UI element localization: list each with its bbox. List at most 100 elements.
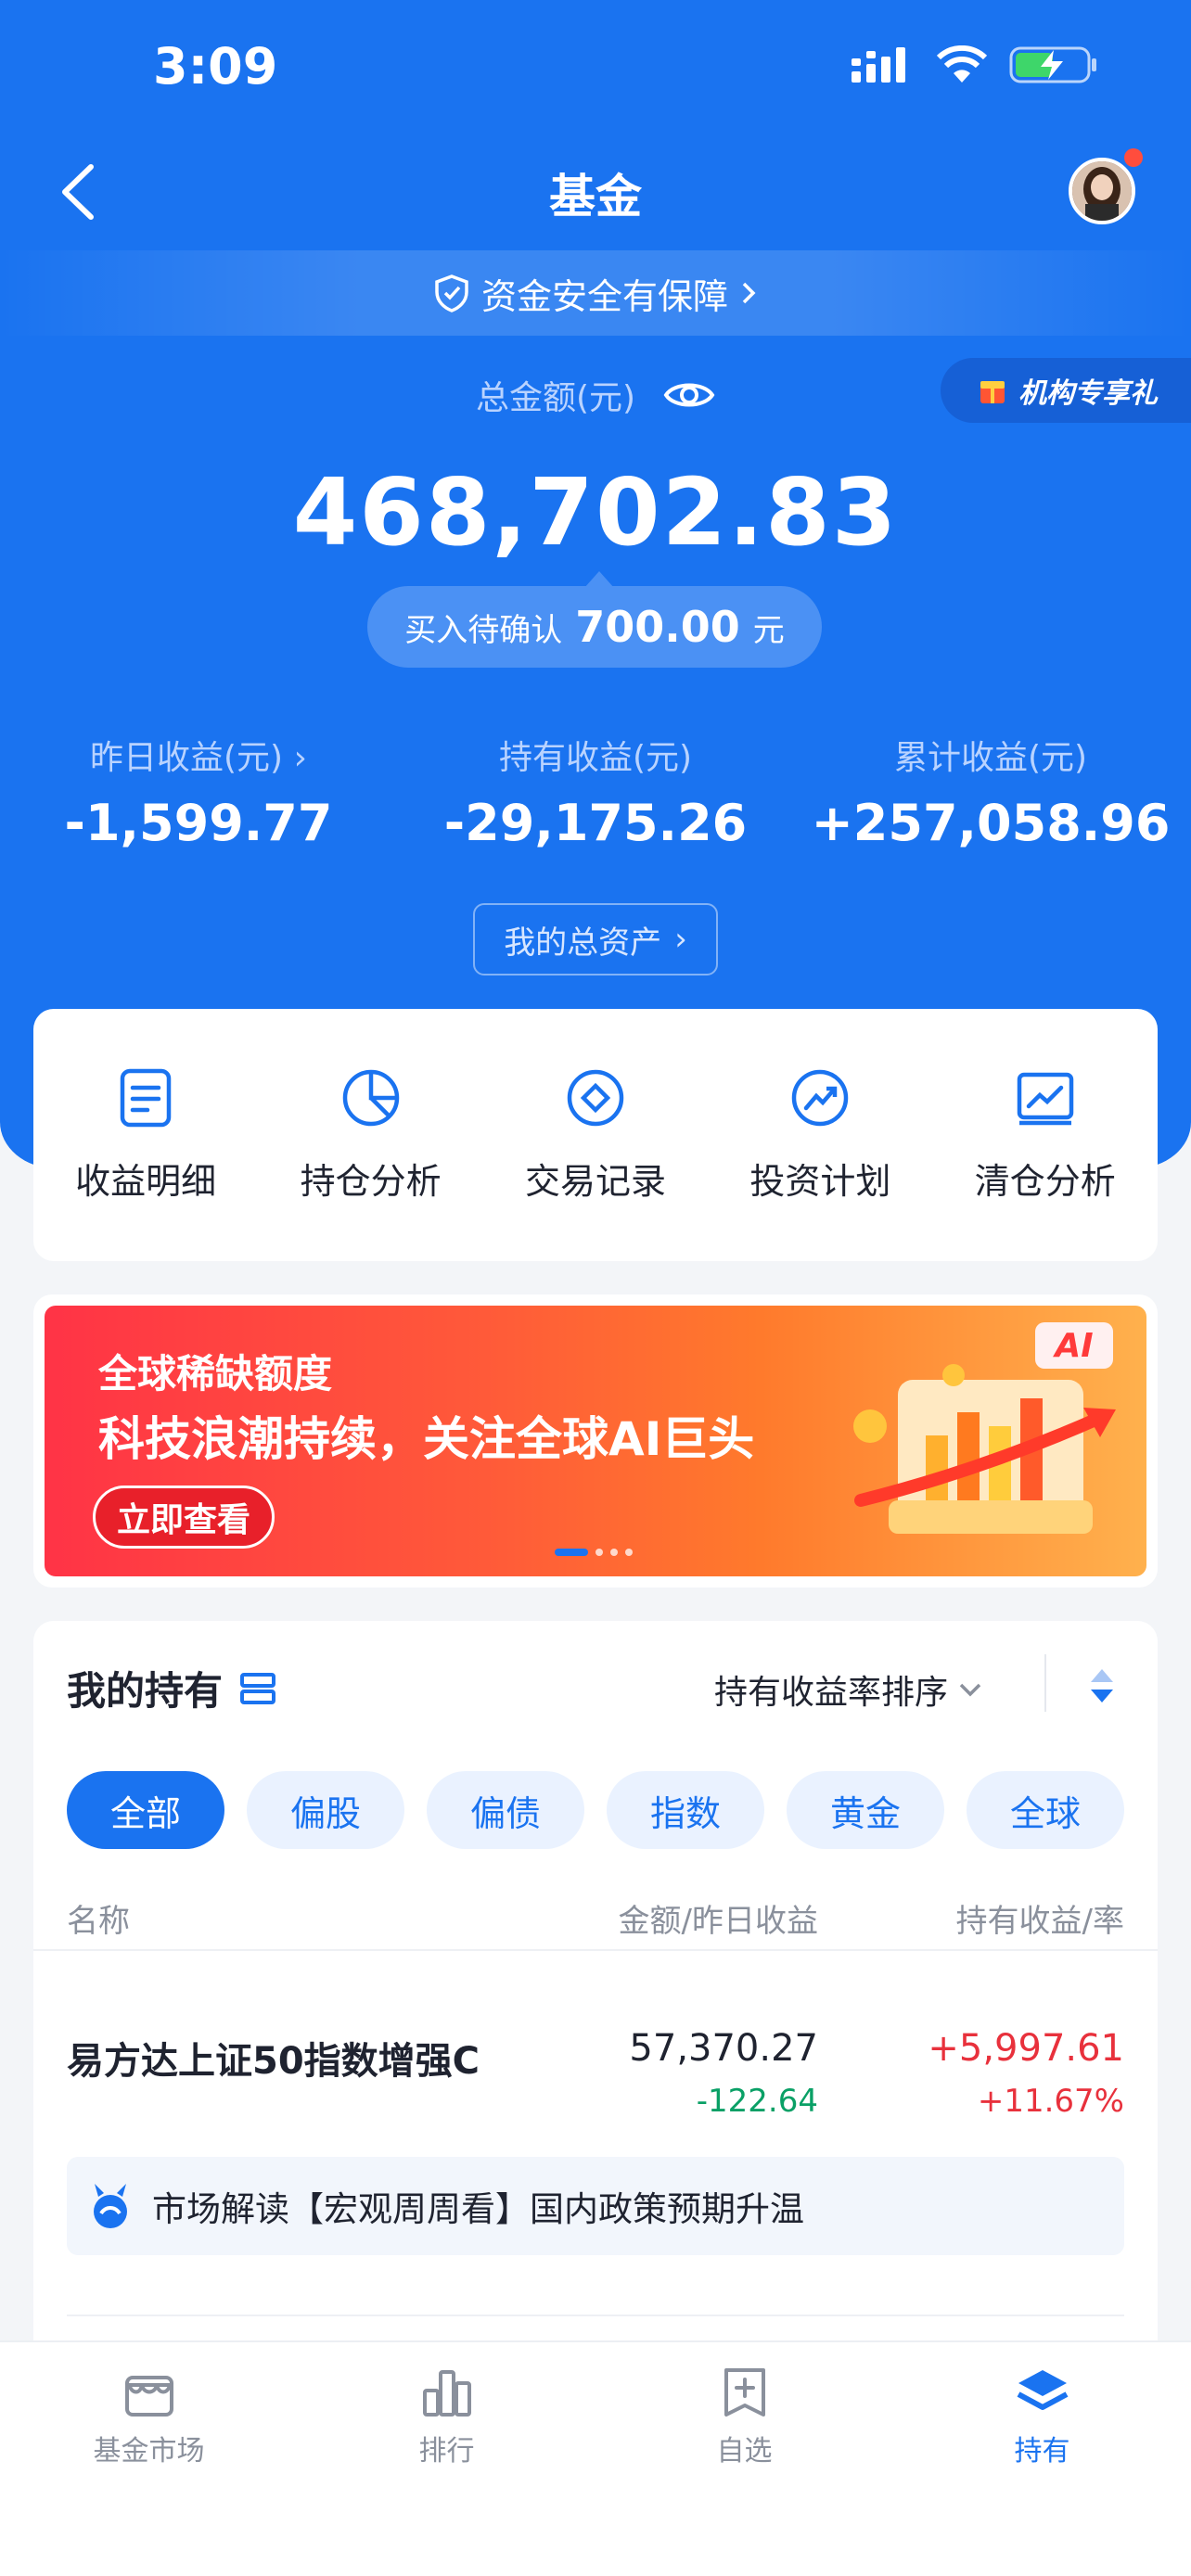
tab-label: 基金市场 (93, 2435, 205, 2468)
status-icons (850, 45, 1098, 85)
stat-yesterday-label: 昨日收益(元) › (13, 731, 384, 779)
market-insight[interactable]: 市场解读【宏观周周看】国内政策预期升温 (67, 2157, 1124, 2255)
bookmark-add-icon (724, 2368, 765, 2417)
chip-index[interactable]: 指数 (607, 1771, 764, 1849)
quick-position-analysis[interactable]: 持仓分析 (269, 1067, 473, 1204)
store-icon (124, 2376, 173, 2417)
pending-confirm-pill[interactable]: 买入待确认 700.00 元 (367, 586, 822, 668)
row-divider (67, 2315, 1124, 2316)
quick-label: 交易记录 (524, 1160, 666, 1202)
fund-holding-rate: +11.67% (977, 2083, 1124, 2120)
chip-gold[interactable]: 黄金 (787, 1771, 944, 1849)
banner-title: 科技浪潮持续，关注全球AI巨头 (98, 1412, 755, 1466)
sort-label: 持有收益率排序 (714, 1674, 949, 1712)
total-amount-value: 468,702.83 (292, 458, 899, 567)
quick-trade-records[interactable]: 交易记录 (493, 1067, 698, 1204)
total-amount-label: 总金额(元) (0, 371, 1191, 419)
tab-label: 排行 (418, 2435, 475, 2468)
quick-investment-plan[interactable]: 投资计划 (718, 1067, 922, 1204)
signal-icon (852, 47, 905, 83)
carousel-dot (596, 1549, 603, 1556)
chevron-right-icon: › (674, 921, 687, 958)
column-amount: 金额/昨日收益 (618, 1903, 818, 1940)
quick-label: 收益明细 (75, 1160, 217, 1202)
pending-label: 买入待确认 (404, 611, 563, 649)
quick-label: 持仓分析 (300, 1160, 442, 1202)
document-icon (120, 1068, 172, 1127)
column-holding-return: 持有收益/率 (955, 1903, 1124, 1940)
fund-name[interactable]: 易方达上证50指数增强C (67, 2031, 480, 2085)
shield-icon (435, 274, 468, 312)
fund-holding-return: +5,997.61 (928, 2027, 1124, 2070)
bottom-tab-bar: 基金市场 排行 自选 持有 (0, 2340, 1191, 2576)
stat-holding: 持有收益(元) -29,175.26 (410, 731, 781, 852)
sort-divider (1044, 1654, 1046, 1712)
fund-day-return: -122.64 (696, 2083, 818, 2120)
quick-actions: 收益明细 持仓分析 交易记录 投资计划 清仓分析 (33, 1009, 1158, 1261)
banner-view-button[interactable]: 立即查看 (93, 1486, 275, 1549)
safety-banner[interactable]: 资金安全有保障 (0, 250, 1191, 336)
chip-all[interactable]: 全部 (67, 1771, 224, 1849)
carousel-dot (625, 1549, 633, 1556)
ranking-icon (422, 2370, 471, 2417)
banner-tag: 全球稀缺额度 (98, 1351, 333, 1396)
safety-text: 资金安全有保障 (480, 275, 728, 317)
total-label-text: 总金额(元) (475, 379, 636, 417)
column-name: 名称 (67, 1903, 130, 1940)
battery-icon (1009, 46, 1096, 83)
tab-ranking[interactable]: 排行 (354, 2365, 540, 2576)
layout-toggle-icon[interactable] (239, 1672, 276, 1705)
category-chips: 全部 偏股 偏债 指数 黄金 全球 (67, 1771, 1124, 1849)
stat-yesterday-value: -1,599.77 (64, 794, 333, 852)
holdings-title-text: 我的持有 (67, 1668, 224, 1714)
mascot-icon (94, 2184, 127, 2228)
chevron-down-icon (959, 1683, 981, 1697)
stat-yesterday[interactable]: 昨日收益(元) › -1,599.77 (13, 731, 384, 852)
tab-label: 持有 (1014, 2435, 1070, 2468)
insight-text: 市场解读【宏观周周看】国内政策预期升温 (152, 2189, 804, 2229)
layers-icon (1017, 2370, 1068, 2410)
fund-amount: 57,370.27 (629, 2027, 818, 2070)
sort-dropdown[interactable]: 持有收益率排序 (714, 1665, 983, 1714)
pie-chart-icon (342, 1069, 399, 1126)
stat-cumulative-value: +257,058.96 (811, 794, 1171, 852)
quick-clearance-analysis[interactable]: 清仓分析 (943, 1067, 1147, 1204)
chip-global[interactable]: 全球 (967, 1771, 1124, 1849)
chart-icon (1017, 1072, 1073, 1125)
stat-holding-label: 持有收益(元) (498, 739, 693, 777)
chip-equity[interactable]: 偏股 (247, 1771, 404, 1849)
avatar[interactable] (1069, 158, 1135, 224)
carousel-dot-active (555, 1549, 588, 1556)
quick-label: 投资计划 (749, 1160, 891, 1202)
tab-label: 自选 (716, 2435, 773, 2468)
my-total-assets-button[interactable]: 我的总资产 › (473, 903, 718, 976)
carousel-dot (610, 1549, 618, 1556)
status-time: 3:09 (153, 37, 278, 96)
promo-banner[interactable]: 全球稀缺额度 科技浪潮持续，关注全球AI巨头 立即查看 AI (45, 1306, 1146, 1576)
carousel-dots (555, 1549, 633, 1556)
chevron-right-icon: › (293, 739, 307, 777)
ai-badge: AI (1035, 1322, 1113, 1369)
profile-photo (1072, 161, 1132, 221)
tab-holdings[interactable]: 持有 (950, 2365, 1135, 2576)
pending-amount: 700.00 (575, 602, 740, 652)
trend-icon (792, 1069, 849, 1126)
stat-cumulative-label: 累计收益(元) (893, 739, 1088, 777)
stat-cumulative: 累计收益(元) +257,058.96 (805, 731, 1176, 852)
tab-watchlist[interactable]: 自选 (652, 2365, 838, 2576)
stat-holding-value: -29,175.26 (443, 794, 748, 852)
sort-order-icon[interactable] (1085, 1665, 1119, 1706)
eye-icon[interactable] (663, 376, 715, 414)
holdings-title: 我的持有 (67, 1660, 276, 1716)
assets-button-label: 我的总资产 (504, 924, 662, 962)
record-icon (567, 1069, 624, 1126)
header-divider (33, 1949, 1158, 1951)
wifi-icon (936, 45, 988, 83)
quick-income-detail[interactable]: 收益明细 (44, 1067, 248, 1204)
quick-label: 清仓分析 (974, 1160, 1116, 1202)
pending-unit: 元 (752, 611, 785, 649)
page-title: 基金 (549, 170, 642, 223)
tab-fund-market[interactable]: 基金市场 (57, 2365, 242, 2576)
stat-yesterday-label-text: 昨日收益(元) (90, 739, 284, 777)
chip-bond[interactable]: 偏债 (427, 1771, 584, 1849)
